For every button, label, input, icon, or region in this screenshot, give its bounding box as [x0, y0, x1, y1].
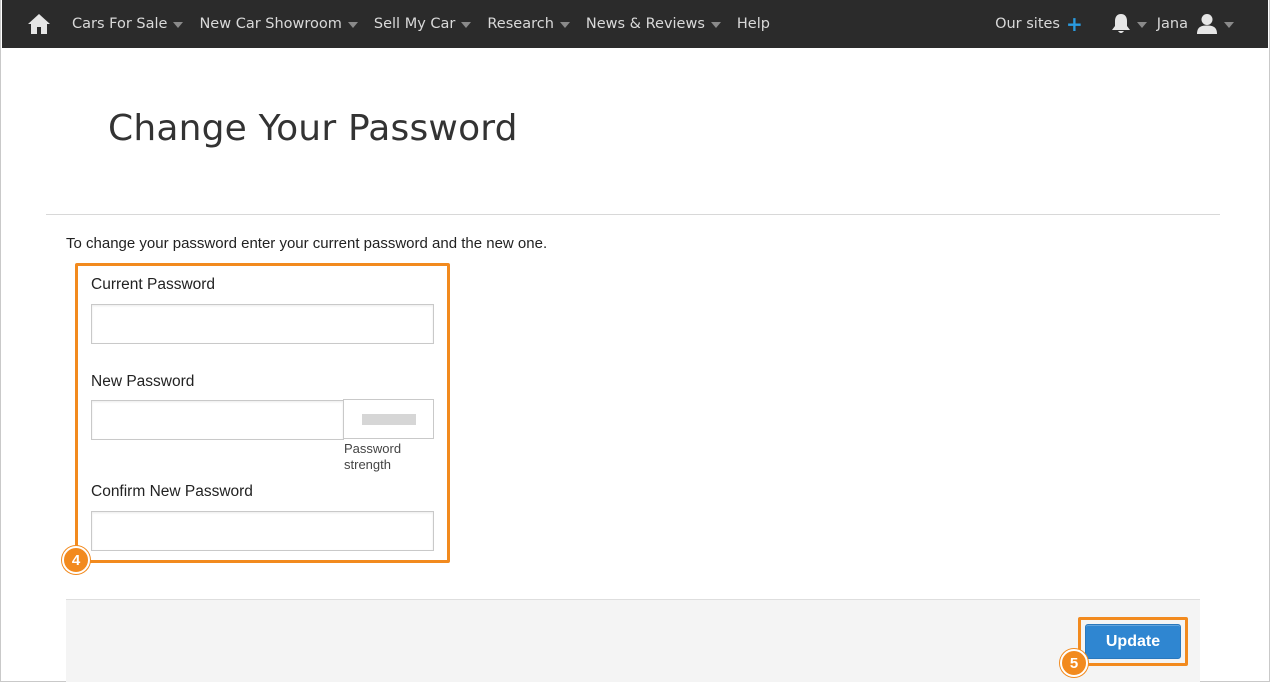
home-icon [28, 14, 50, 34]
top-navigation: Cars For Sale New Car Showroom Sell My C… [2, 0, 1268, 48]
confirm-password-input[interactable] [91, 511, 434, 551]
new-password-label: New Password [91, 373, 195, 390]
chevron-down-icon [461, 21, 472, 28]
chevron-down-icon [1224, 21, 1234, 28]
user-menu[interactable]: Jana [1157, 13, 1234, 35]
our-sites-menu[interactable]: Our sites + [995, 14, 1083, 34]
nav-news-reviews[interactable]: News & Reviews [586, 16, 721, 32]
chevron-down-icon [710, 21, 721, 28]
notifications-button[interactable] [1111, 13, 1147, 35]
nav-cars-for-sale[interactable]: Cars For Sale [72, 16, 184, 32]
nav-help[interactable]: Help [737, 16, 770, 32]
form-actions-bar [66, 599, 1200, 682]
confirm-password-label: Confirm New Password [91, 483, 253, 500]
password-strength-meter [343, 399, 434, 439]
step-4-callout: 4 [62, 546, 90, 574]
nav-item-label: Research [487, 16, 554, 32]
password-strength-label: Password strength [344, 441, 402, 472]
our-sites-label: Our sites [995, 16, 1060, 32]
current-password-label: Current Password [91, 276, 216, 293]
chevron-down-icon [1136, 21, 1147, 28]
chevron-down-icon [347, 21, 358, 28]
chevron-down-icon [559, 21, 570, 28]
divider [46, 214, 1220, 215]
user-icon [1197, 14, 1217, 34]
nav-sell-my-car[interactable]: Sell My Car [373, 16, 472, 32]
nav-item-label: News & Reviews [585, 16, 705, 32]
page-title: Change Your Password [108, 108, 518, 149]
nav-item-label: Help [736, 16, 770, 32]
nav-item-label: Cars For Sale [72, 16, 168, 32]
current-password-input[interactable] [91, 304, 434, 344]
intro-text: To change your password enter your curre… [66, 235, 548, 252]
nav-right-group: Our sites + Jana [995, 13, 1234, 35]
bell-icon [1111, 14, 1130, 33]
user-name: Jana [1156, 16, 1188, 32]
plus-icon: + [1065, 12, 1083, 36]
nav-new-car-showroom[interactable]: New Car Showroom [199, 16, 358, 32]
password-strength-bar [361, 413, 416, 425]
nav-item-label: New Car Showroom [199, 16, 342, 32]
home-button[interactable] [20, 0, 58, 48]
step-5-callout: 5 [1060, 649, 1088, 677]
new-password-input[interactable] [91, 400, 344, 440]
chevron-down-icon [173, 21, 184, 28]
update-button[interactable]: Update [1085, 624, 1181, 659]
nav-item-label: Sell My Car [373, 16, 456, 32]
nav-research[interactable]: Research [487, 16, 570, 32]
